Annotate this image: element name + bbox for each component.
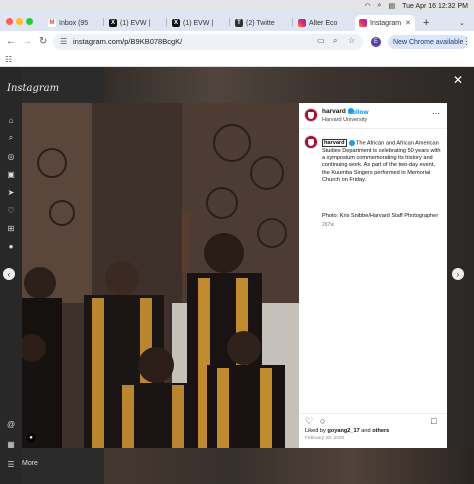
close-tab-icon[interactable]: ✕ xyxy=(405,19,411,27)
threads-icon[interactable]: @ xyxy=(6,419,16,429)
control-center-icon[interactable]: ▤ xyxy=(388,2,395,10)
wifi-icon[interactable]: ◠ xyxy=(364,2,370,10)
also-from-meta-icon[interactable]: ▦ xyxy=(6,439,16,449)
post-age: 267w xyxy=(322,222,334,228)
close-window-button[interactable] xyxy=(6,18,13,25)
tab-instagram[interactable]: Instagram ✕ xyxy=(355,15,415,31)
forward-arrow-icon[interactable]: → xyxy=(22,36,32,48)
tab-alter-eco[interactable]: Alter Eco xyxy=(294,15,352,31)
tab-gmail[interactable]: M Inbox (95 xyxy=(44,15,102,31)
profile-avatar[interactable]: E xyxy=(371,37,381,47)
liked-by-user[interactable]: goyang2_17 xyxy=(327,428,359,434)
verified-badge-icon xyxy=(348,140,355,146)
more-options-icon[interactable]: ⋯ xyxy=(432,109,440,118)
reload-icon[interactable]: ↻ xyxy=(39,36,47,48)
back-arrow-icon[interactable]: ← xyxy=(6,36,16,48)
post-location[interactable]: Harvard University xyxy=(322,117,367,123)
apps-grid-icon[interactable]: ☷ xyxy=(5,55,12,64)
harvard-shield-avatar[interactable] xyxy=(304,108,318,122)
macos-menu-bar: ◠ ⌕ ▤ Tue Apr 16 12:32 PM xyxy=(0,0,474,12)
choir-photo-illustration xyxy=(22,103,299,448)
new-chrome-button[interactable]: New Chrome available xyxy=(388,35,469,49)
explore-icon[interactable]: ◎ xyxy=(6,151,16,161)
caption-text: The African and African American Studies… xyxy=(322,140,441,183)
tab-twitter[interactable]: T (2) Twitte xyxy=(231,15,291,31)
background-grid-strip xyxy=(104,448,474,484)
tab-search-chevron-icon[interactable]: ⌄ xyxy=(455,15,469,31)
bookmarks-bar: ☷ xyxy=(0,53,474,67)
menubar-clock[interactable]: Tue Apr 16 12:32 PM xyxy=(402,3,468,10)
minimize-window-button[interactable] xyxy=(16,18,23,25)
post-header: harvard Follow Harvard University ⋯ xyxy=(299,103,447,129)
previous-post-arrow-icon[interactable]: ‹ xyxy=(3,268,15,280)
tab-x-1[interactable]: X (1) EVW | xyxy=(105,15,165,31)
tagged-user-icon[interactable]: ● xyxy=(26,433,36,443)
search-icon[interactable]: ⌕ xyxy=(6,133,16,143)
like-heart-icon[interactable]: ♡ xyxy=(305,417,313,426)
chrome-menu-icon[interactable]: ⋮ xyxy=(462,36,471,47)
instagram-icon xyxy=(359,19,367,27)
liked-by-others[interactable]: others xyxy=(372,428,389,434)
twitter-icon: T xyxy=(235,19,243,27)
post-info-panel: harvard Follow Harvard University ⋯ harv… xyxy=(299,103,447,448)
next-post-arrow-icon[interactable]: › xyxy=(452,268,464,280)
zoom-window-button[interactable] xyxy=(26,18,33,25)
search-icon[interactable]: ⌕ xyxy=(378,2,382,10)
messages-icon[interactable]: ➤ xyxy=(6,187,16,197)
gmail-icon: M xyxy=(48,19,56,27)
url-text[interactable]: instagram.com/p/B9KB078BcgK/ xyxy=(73,37,182,46)
new-tab-button[interactable]: + xyxy=(419,15,433,31)
tab-strip: M Inbox (95 X (1) EVW | X (1) EVW | T (2… xyxy=(0,12,474,31)
instagram-page: ⌂ ⌕ ◎ ▣ ➤ ♡ ⊞ ● @ ▦ ☰ Instagram More ✕ ●… xyxy=(0,67,474,484)
comment-icon[interactable]: ○ xyxy=(320,417,325,426)
instagram-icon xyxy=(298,19,306,27)
caption-avatar[interactable] xyxy=(304,135,318,149)
more-label[interactable]: More xyxy=(22,460,38,467)
home-icon[interactable]: ⌂ xyxy=(6,115,16,125)
zoom-icon[interactable]: ⌕ xyxy=(333,36,337,46)
tab-x-2[interactable]: X (1) EVW | xyxy=(168,15,228,31)
post-photo[interactable]: ● xyxy=(22,103,299,448)
liked-by: Liked by goyang2_17 and others xyxy=(305,428,390,434)
post-actions: ♡ ○ □ xyxy=(299,413,447,426)
bookmark-star-icon[interactable]: ☆ xyxy=(348,36,355,45)
reels-icon[interactable]: ▣ xyxy=(6,169,16,179)
x-icon: X xyxy=(109,19,117,27)
photo-credit: Photo: Kris Snibbe/Harvard Staff Photogr… xyxy=(322,213,439,219)
profile-icon[interactable]: ● xyxy=(6,241,16,251)
caption-username[interactable]: harvard xyxy=(322,139,347,148)
cast-icon[interactable]: ▭ xyxy=(317,36,325,45)
post-date: February 28, 2020 xyxy=(305,436,345,441)
post-caption: harvard The African and African American… xyxy=(322,139,442,184)
address-bar-row: ← → ↻ ☰ instagram.com/p/B9KB078BcgK/ ▭ ⌕… xyxy=(0,31,474,53)
instagram-logo[interactable]: Instagram xyxy=(7,83,59,94)
site-info-icon[interactable]: ☰ xyxy=(60,37,67,46)
follow-button[interactable]: Follow xyxy=(348,109,369,116)
close-modal-icon[interactable]: ✕ xyxy=(453,73,463,87)
omnibox[interactable]: ☰ instagram.com/p/B9KB078BcgK/ ▭ ⌕ ☆ xyxy=(53,34,363,50)
x-icon: X xyxy=(172,19,180,27)
notifications-heart-icon[interactable]: ♡ xyxy=(6,205,16,215)
save-bookmark-icon[interactable]: □ xyxy=(431,417,436,426)
menu-hamburger-icon[interactable]: ☰ xyxy=(6,459,16,469)
create-plus-icon[interactable]: ⊞ xyxy=(6,223,16,233)
